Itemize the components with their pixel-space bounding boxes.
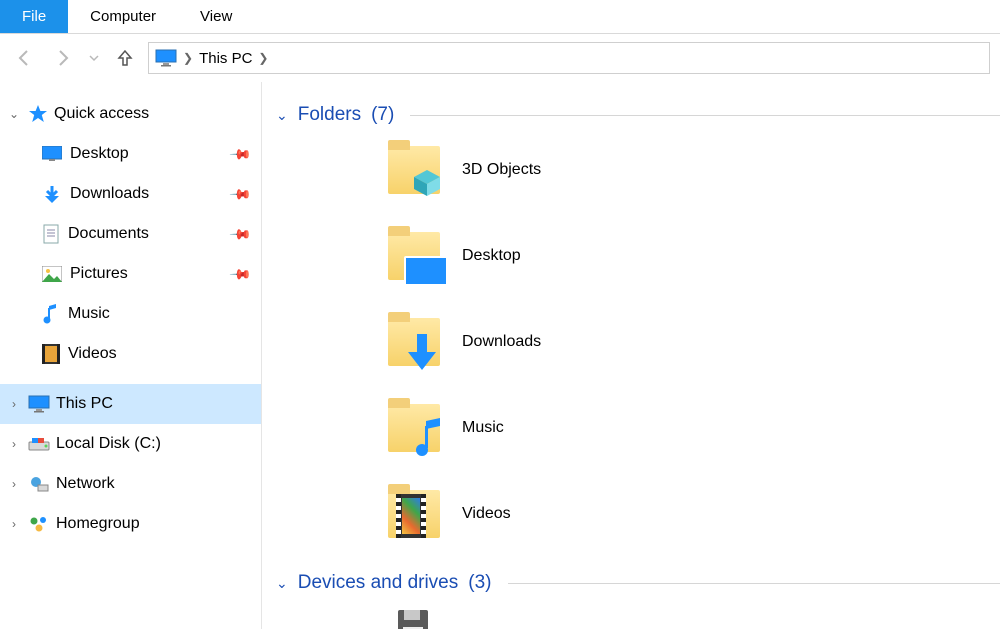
chevron-right-icon: › xyxy=(6,517,22,531)
chevron-right-icon: ❯ xyxy=(258,51,268,65)
desktop-icon xyxy=(42,146,62,162)
chevron-down-icon: ⌄ xyxy=(6,107,22,121)
sidebar-item-videos[interactable]: Videos xyxy=(0,334,261,374)
group-count: (7) xyxy=(371,104,394,126)
sidebar-item-label: Quick access xyxy=(54,105,149,123)
sidebar-homegroup[interactable]: › Homegroup xyxy=(0,504,261,544)
chevron-right-icon: ❯ xyxy=(183,51,193,65)
pin-icon: 📌 xyxy=(228,262,252,286)
sidebar-item-desktop[interactable]: Desktop 📌 xyxy=(0,134,261,174)
ribbon-tabs: File Computer View xyxy=(0,0,1000,34)
document-icon xyxy=(42,224,60,244)
folder-3d-objects[interactable]: 3D Objects xyxy=(384,140,704,200)
pin-icon: 📌 xyxy=(228,222,252,246)
item-label: 3D Objects xyxy=(462,161,541,179)
sidebar-item-label: Local Disk (C:) xyxy=(56,435,161,453)
folder-desktop[interactable]: Desktop xyxy=(384,226,704,286)
chevron-right-icon: › xyxy=(6,397,22,411)
pin-icon: 📌 xyxy=(228,182,252,206)
back-button[interactable] xyxy=(10,43,40,73)
folder-icon xyxy=(384,398,444,458)
sidebar-local-disk[interactable]: › Local Disk (C:) xyxy=(0,424,261,464)
sidebar-item-label: Videos xyxy=(68,345,117,363)
content-pane: ⌄ Folders (7) 3D Objects Desktop xyxy=(262,82,1000,629)
sidebar-item-pictures[interactable]: Pictures 📌 xyxy=(0,254,261,294)
divider xyxy=(410,115,1000,116)
folders-grid: 3D Objects Desktop Downloads xyxy=(276,140,1000,544)
sidebar-item-documents[interactable]: Documents 📌 xyxy=(0,214,261,254)
sidebar-item-label: This PC xyxy=(56,395,113,413)
history-dropdown[interactable] xyxy=(86,43,102,73)
item-label: Videos xyxy=(462,505,511,523)
floppy-drive-icon xyxy=(384,608,444,629)
sidebar-item-label: Music xyxy=(68,305,110,323)
drives-grid: Floppy Disk Drive (A:) Local Dis 24.6 GB… xyxy=(276,608,1000,629)
sidebar: ⌄ Quick access Desktop 📌 Downloads xyxy=(0,82,262,629)
folder-icon xyxy=(384,140,444,200)
sidebar-item-label: Homegroup xyxy=(56,515,140,533)
music-icon xyxy=(42,304,60,324)
chevron-down-icon: ⌄ xyxy=(276,107,288,124)
sidebar-quick-access[interactable]: ⌄ Quick access xyxy=(0,94,261,134)
folder-downloads[interactable]: Downloads xyxy=(384,312,704,372)
item-label: Desktop xyxy=(462,247,521,265)
nav-row: ❯ This PC ❯ xyxy=(0,34,1000,82)
chevron-down-icon: ⌄ xyxy=(276,575,288,592)
chevron-right-icon: › xyxy=(6,437,22,451)
tab-file[interactable]: File xyxy=(0,0,68,33)
item-label: Music xyxy=(462,419,504,437)
folder-videos[interactable]: Videos xyxy=(384,484,704,544)
divider xyxy=(508,583,1000,584)
monitor-icon xyxy=(155,49,177,67)
forward-button[interactable] xyxy=(48,43,78,73)
tab-view[interactable]: View xyxy=(178,0,254,33)
sidebar-item-label: Pictures xyxy=(70,265,128,283)
folder-icon xyxy=(384,226,444,286)
sidebar-item-label: Desktop xyxy=(70,145,129,163)
download-icon xyxy=(42,184,62,204)
sidebar-item-label: Documents xyxy=(68,225,149,243)
sidebar-item-downloads[interactable]: Downloads 📌 xyxy=(0,174,261,214)
sidebar-item-label: Downloads xyxy=(70,185,149,203)
folder-icon xyxy=(384,312,444,372)
breadcrumb[interactable]: ❯ This PC ❯ xyxy=(148,42,990,74)
monitor-icon xyxy=(28,395,50,413)
drive-icon xyxy=(28,436,50,452)
group-count: (3) xyxy=(468,572,491,594)
folder-icon xyxy=(384,484,444,544)
chevron-right-icon: › xyxy=(6,477,22,491)
sidebar-item-label: Network xyxy=(56,475,115,493)
up-button[interactable] xyxy=(110,43,140,73)
group-title: Devices and drives xyxy=(298,572,459,594)
network-icon xyxy=(28,475,50,493)
folder-music[interactable]: Music xyxy=(384,398,704,458)
pin-icon: 📌 xyxy=(228,142,252,166)
breadcrumb-root[interactable]: This PC xyxy=(199,50,252,67)
group-drives-header[interactable]: ⌄ Devices and drives (3) xyxy=(276,572,1000,594)
item-label: Downloads xyxy=(462,333,541,351)
homegroup-icon xyxy=(28,515,50,533)
group-title: Folders xyxy=(298,104,361,126)
tab-computer[interactable]: Computer xyxy=(68,0,178,33)
sidebar-item-music[interactable]: Music xyxy=(0,294,261,334)
quick-access-icon xyxy=(28,104,48,124)
sidebar-network[interactable]: › Network xyxy=(0,464,261,504)
sidebar-this-pc[interactable]: › This PC xyxy=(0,384,261,424)
drive-floppy-a[interactable]: Floppy Disk Drive (A:) xyxy=(384,608,704,629)
videos-icon xyxy=(42,344,60,364)
group-folders-header[interactable]: ⌄ Folders (7) xyxy=(276,104,1000,126)
pictures-icon xyxy=(42,266,62,282)
